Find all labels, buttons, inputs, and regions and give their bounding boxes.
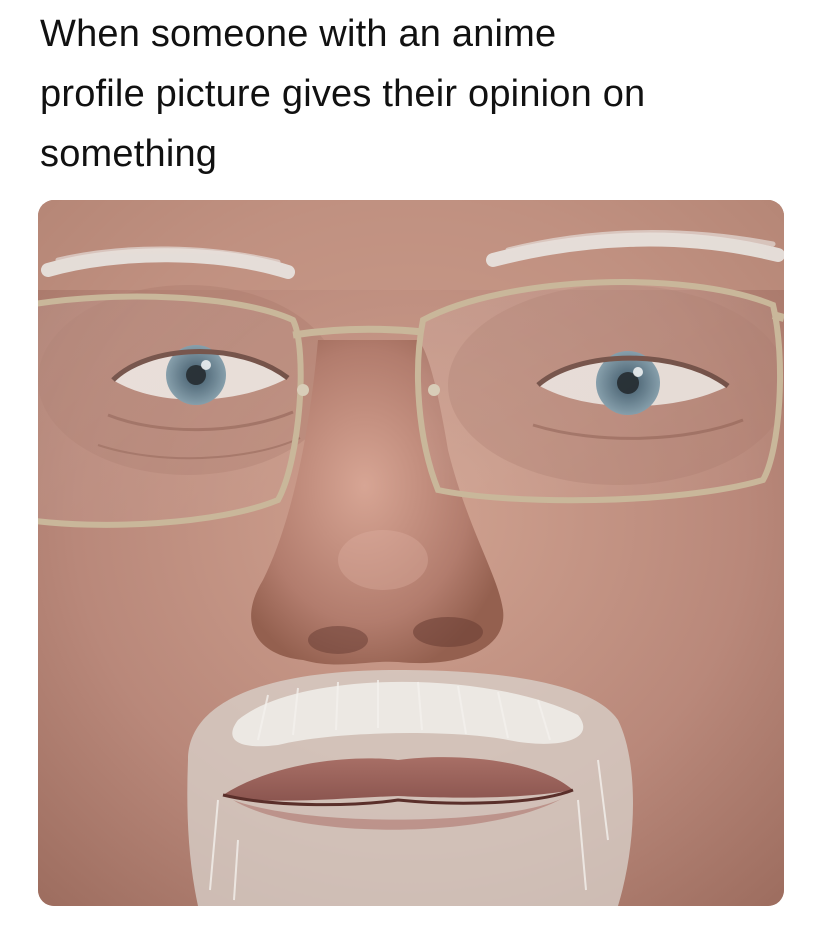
face-illustration <box>38 200 784 906</box>
meme-caption: When someone with an anime profile pictu… <box>40 13 646 175</box>
meme-photo <box>38 200 784 906</box>
meme-post: When someone with an anime profile pictu… <box>0 0 824 928</box>
